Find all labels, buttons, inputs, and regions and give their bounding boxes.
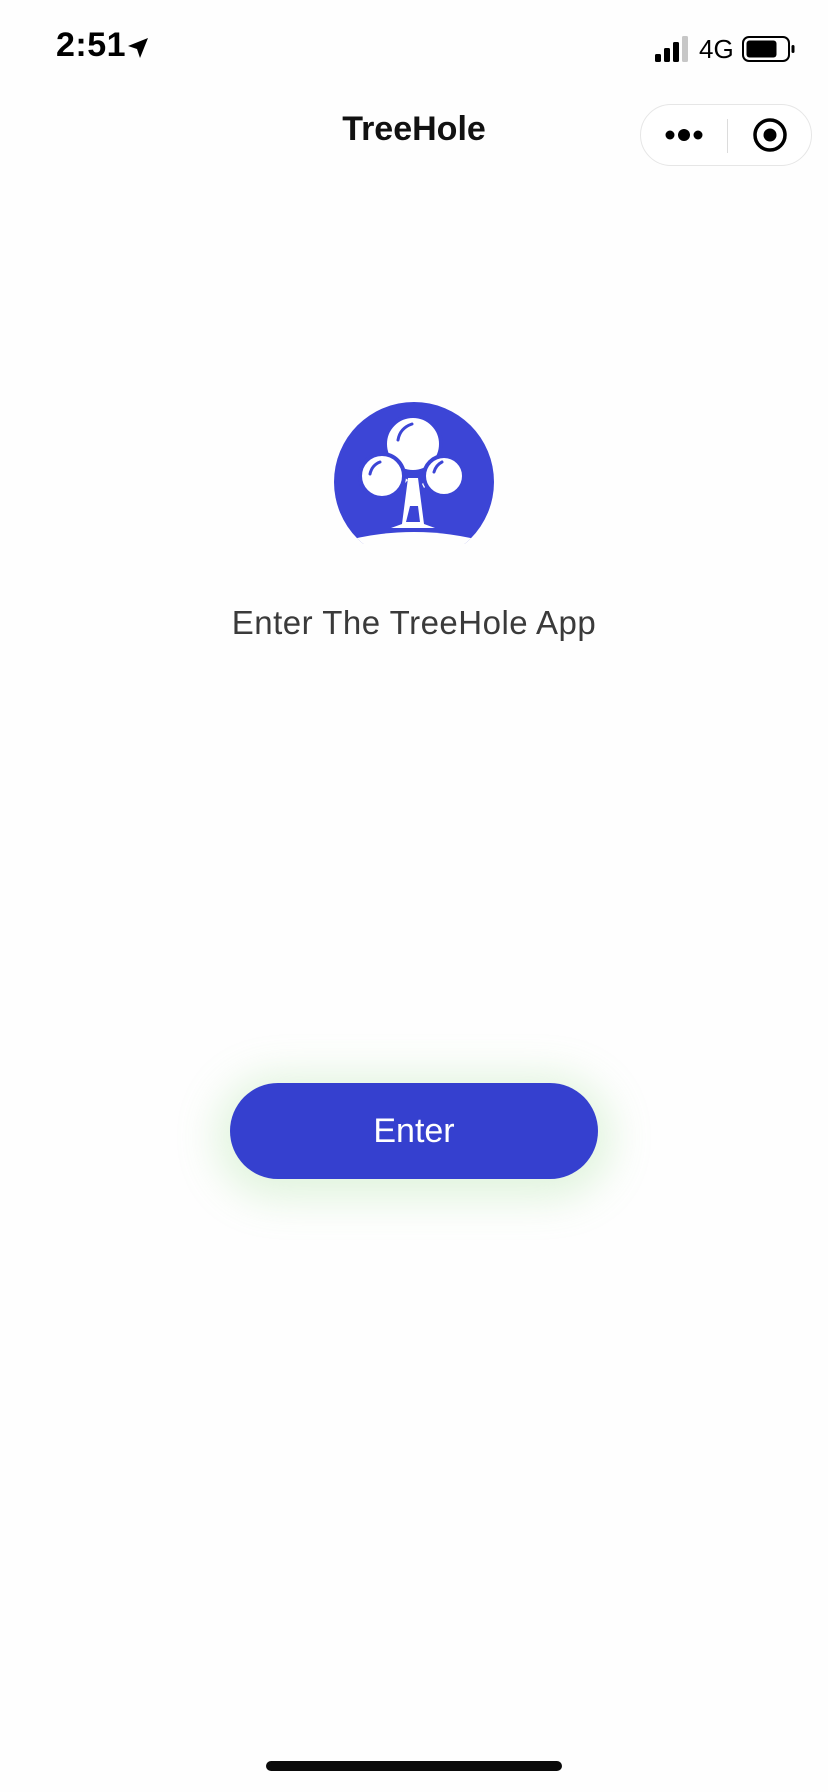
tree-logo-icon <box>334 402 494 544</box>
network-label: 4G <box>699 34 734 64</box>
status-bar: 2:51 4G <box>0 0 828 100</box>
mini-program-capsule <box>640 104 812 166</box>
enter-button[interactable]: Enter <box>230 1083 598 1179</box>
status-time: 2:51 <box>56 26 127 64</box>
cellular-signal-icon <box>655 36 688 62</box>
location-arrow-icon <box>128 38 148 58</box>
more-dots-icon <box>665 129 702 141</box>
target-close-icon <box>753 118 787 152</box>
app-screen: 2:51 4G TreeHole Enter The TreeHole App … <box>0 0 828 1792</box>
welcome-tagline: Enter The TreeHole App <box>231 604 597 641</box>
battery-icon <box>742 36 795 62</box>
more-button[interactable] <box>641 105 726 165</box>
close-button[interactable] <box>728 105 812 165</box>
home-indicator <box>266 1761 562 1771</box>
